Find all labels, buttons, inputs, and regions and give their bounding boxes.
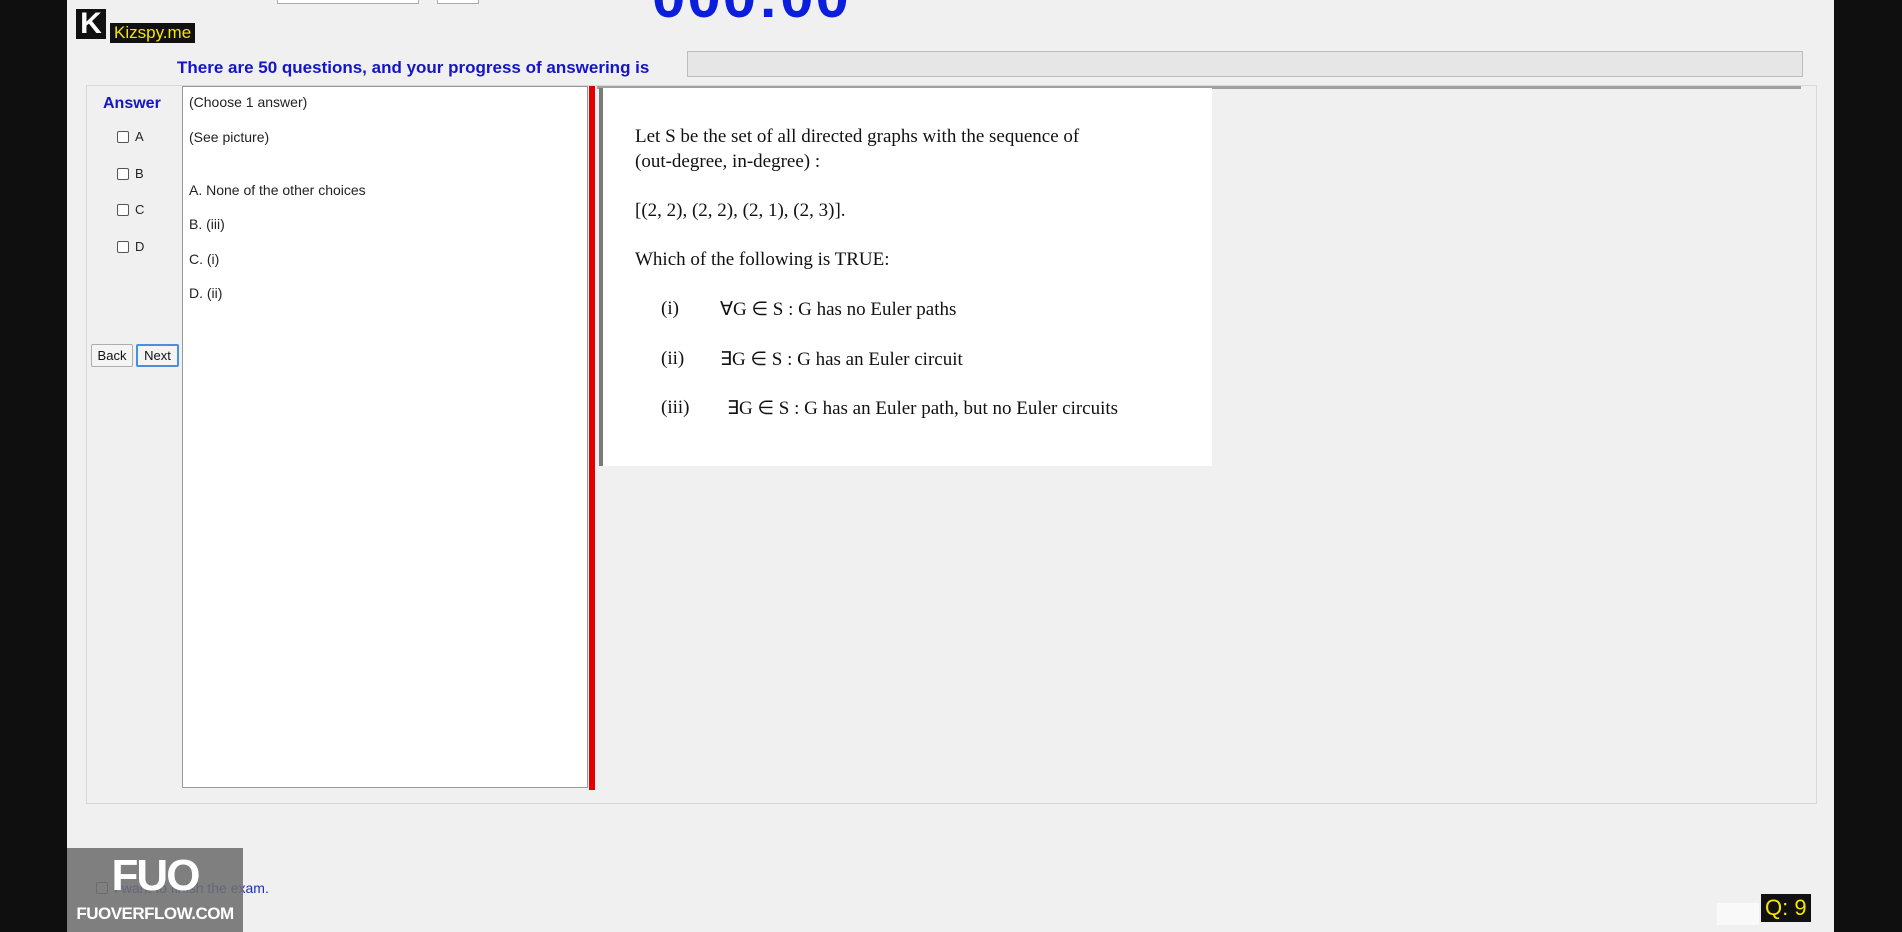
question-intro: Let S be the set of all directed graphs … bbox=[635, 126, 1080, 147]
exam-window: 000:00 K Kizspy.me There are 50 question… bbox=[67, 0, 1834, 932]
statement-text: ∃G ∈ S : G has an Euler circuit bbox=[720, 349, 963, 370]
countdown-timer: 000:00 bbox=[652, 0, 851, 31]
checkbox-d[interactable] bbox=[117, 240, 129, 253]
checkbox-b[interactable] bbox=[117, 167, 129, 180]
kizspy-logo-icon: K bbox=[76, 9, 106, 39]
choose-instruction: (Choose 1 answer) bbox=[189, 94, 308, 110]
choices-list: (Choose 1 answer) (See picture) A. None … bbox=[182, 86, 588, 788]
next-button[interactable]: Next bbox=[136, 344, 179, 367]
statement-number: (iii) bbox=[661, 397, 690, 418]
choice-item: C. (i) bbox=[189, 251, 220, 267]
answer-option-label: D bbox=[135, 239, 145, 254]
answer-option-c[interactable]: C bbox=[117, 202, 144, 217]
question-intro: (out-degree, in-degree) : bbox=[635, 151, 821, 172]
degree-sequence: [(2, 2), (2, 2), (2, 1), (2, 3)]. bbox=[635, 200, 846, 221]
fuo-logo-icon: FUO bbox=[111, 851, 201, 900]
checkbox-c[interactable] bbox=[117, 203, 129, 216]
progress-bar bbox=[687, 51, 1803, 77]
answer-option-a[interactable]: A bbox=[117, 129, 144, 144]
statement-text: ∃G ∈ S : G has an Euler path, but no Eul… bbox=[727, 398, 1119, 419]
question-counter: Q: 9 bbox=[1761, 894, 1811, 922]
top-dropdown[interactable] bbox=[277, 0, 419, 4]
statement-text: ∀G ∈ S : G has no Euler paths bbox=[720, 299, 957, 320]
question-image: Let S be the set of all directed graphs … bbox=[599, 88, 1212, 466]
answer-label: Answer bbox=[103, 95, 161, 112]
answer-option-b[interactable]: B bbox=[117, 166, 144, 181]
kizspy-watermark: Kizspy.me bbox=[110, 23, 196, 43]
choice-item: D. (ii) bbox=[189, 285, 223, 301]
answer-option-label: A bbox=[135, 129, 144, 144]
see-picture-note: (See picture) bbox=[189, 129, 270, 145]
choice-item: A. None of the other choices bbox=[189, 182, 366, 198]
fuo-site-label: FUOVERFLOW.COM bbox=[76, 904, 234, 923]
answer-option-d[interactable]: D bbox=[117, 239, 144, 254]
question-prompt: Which of the following is TRUE: bbox=[635, 249, 890, 270]
checkbox-a[interactable] bbox=[117, 130, 129, 143]
answer-option-label: B bbox=[135, 166, 144, 181]
back-button[interactable]: Back bbox=[91, 344, 133, 367]
splitter-handle[interactable] bbox=[589, 86, 595, 790]
choice-item: B. (iii) bbox=[189, 216, 225, 232]
blank-field bbox=[1717, 903, 1759, 925]
statement-number: (ii) bbox=[661, 348, 685, 369]
answer-option-label: C bbox=[135, 202, 145, 217]
fuoverflow-watermark: FUO FUOVERFLOW.COM bbox=[67, 848, 243, 932]
top-spinner[interactable] bbox=[437, 0, 479, 4]
progress-label: There are 50 questions, and your progres… bbox=[177, 58, 650, 77]
statement-number: (i) bbox=[661, 298, 679, 319]
